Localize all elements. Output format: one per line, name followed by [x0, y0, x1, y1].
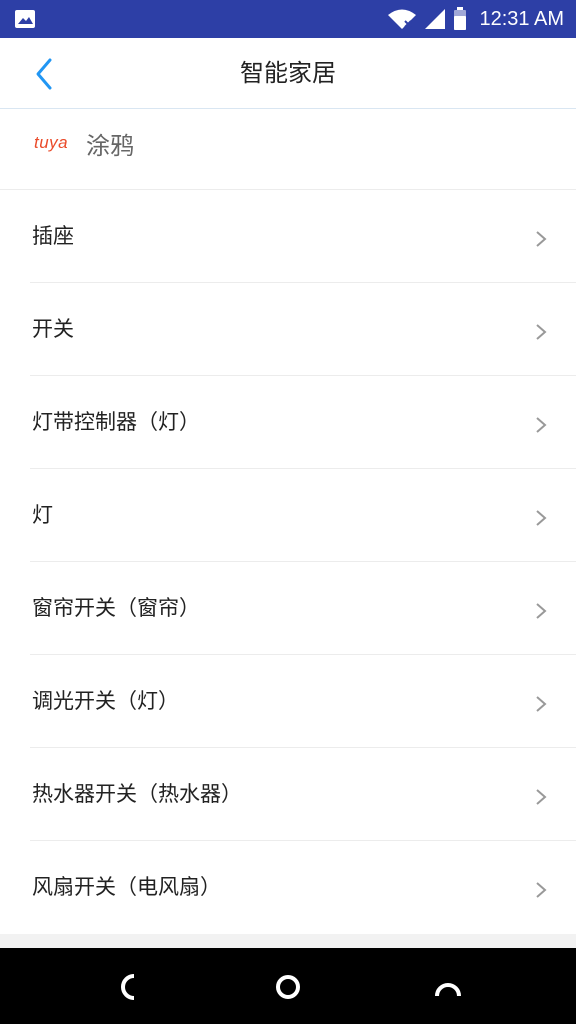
- recents-nav-icon: [435, 983, 461, 997]
- chevron-right-icon: [536, 231, 547, 247]
- chevron-right-icon: [536, 789, 547, 805]
- app-header: 智能家居: [0, 38, 576, 109]
- list-item-label: 插座: [32, 224, 74, 248]
- chevron-right-icon: [536, 603, 547, 619]
- list-item-curtain-switch[interactable]: 窗帘开关（窗帘）: [0, 562, 576, 655]
- chevron-right-icon: [536, 882, 547, 898]
- category-list: 插座 开关 灯带控制器（灯） 灯 窗帘开关（窗帘） 调光开关（灯） 热水器开关（…: [0, 190, 576, 934]
- home-nav-icon: [276, 975, 300, 999]
- image-icon: [15, 10, 35, 28]
- nav-recents-button[interactable]: [428, 970, 468, 1004]
- page-title: 智能家居: [240, 59, 336, 87]
- list-item-label: 窗帘开关（窗帘）: [32, 596, 200, 620]
- list-footer-spacer: [0, 934, 576, 948]
- list-item-light-strip-controller[interactable]: 灯带控制器（灯）: [0, 376, 576, 469]
- list-item-dimmer-switch[interactable]: 调光开关（灯）: [0, 655, 576, 748]
- status-time: 12:31 AM: [479, 7, 564, 30]
- list-item-switch[interactable]: 开关: [0, 283, 576, 376]
- back-nav-icon: [121, 974, 135, 1000]
- brand-row: tuya 涂鸦: [0, 109, 576, 190]
- chevron-right-icon: [536, 417, 547, 433]
- system-nav-bar: [0, 948, 576, 1024]
- list-item-label: 开关: [32, 317, 74, 341]
- list-item-light[interactable]: 灯: [0, 469, 576, 562]
- list-item-water-heater-switch[interactable]: 热水器开关（热水器）: [0, 748, 576, 841]
- chevron-right-icon: [536, 696, 547, 712]
- list-item-label: 灯带控制器（灯）: [32, 410, 200, 434]
- list-item-label: 风扇开关（电风扇）: [32, 875, 221, 899]
- wifi-icon: [388, 9, 417, 29]
- battery-icon: [454, 7, 467, 30]
- list-item-fan-switch[interactable]: 风扇开关（电风扇）: [0, 841, 576, 934]
- nav-home-button[interactable]: [268, 970, 308, 1004]
- chevron-left-icon: [36, 58, 52, 90]
- status-bar: 12:31 AM: [0, 0, 576, 38]
- list-item-label: 热水器开关（热水器）: [32, 782, 242, 806]
- chevron-right-icon: [536, 510, 547, 526]
- nav-back-button[interactable]: [108, 970, 148, 1004]
- list-item-socket[interactable]: 插座: [0, 190, 576, 283]
- list-item-label: 灯: [32, 503, 53, 527]
- list-item-label: 调光开关（灯）: [32, 689, 179, 713]
- signal-icon: [425, 9, 446, 29]
- chevron-right-icon: [536, 324, 547, 340]
- tuya-logo: tuya: [34, 133, 69, 152]
- back-button[interactable]: [24, 54, 64, 94]
- brand-name: 涂鸦: [86, 132, 134, 160]
